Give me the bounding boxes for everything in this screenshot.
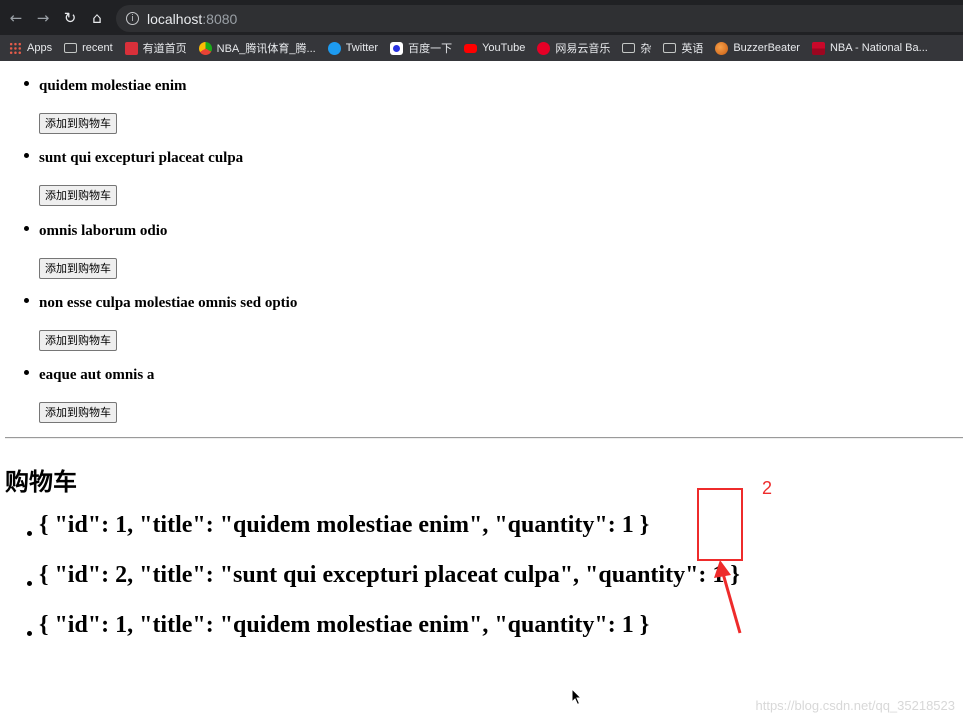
- buzzerbeater-icon: [715, 41, 729, 55]
- site-info-icon[interactable]: i: [126, 12, 139, 25]
- bookmark-youdao[interactable]: 有道首页: [124, 40, 187, 56]
- list-bullet: [24, 81, 29, 86]
- add-to-cart-button[interactable]: 添加到购物车: [39, 113, 117, 134]
- add-to-cart-button[interactable]: 添加到购物车: [39, 258, 117, 279]
- cart-item: { "id": 2, "title": "sunt qui excepturi …: [0, 562, 963, 598]
- list-bullet: [24, 153, 29, 158]
- product-item: non esse culpa molestiae omnis sed optio…: [0, 279, 963, 351]
- bookmark-label: 英语: [681, 43, 704, 55]
- netease-music-icon: [537, 41, 551, 55]
- url-host: localhost: [147, 10, 203, 27]
- cart-heading: 购物车: [5, 468, 77, 496]
- bookmark-label: NBA - National Ba...: [829, 42, 928, 54]
- bookmark-tencent-sports[interactable]: NBA_腾讯体育_腾...: [198, 40, 316, 56]
- bookmark-label: Apps: [27, 42, 53, 54]
- youtube-icon: [464, 43, 478, 53]
- list-bullet: [24, 370, 29, 375]
- cart-item: { "id": 1, "title": "quidem molestiae en…: [0, 612, 963, 648]
- bookmark-netease-music[interactable]: 网易云音乐: [537, 40, 610, 56]
- bookmark-label: BuzzerBeater: [733, 42, 800, 54]
- product-item: sunt qui excepturi placeat culpa 添加到购物车: [0, 134, 963, 206]
- browser-toolbar: ← → ↻ ⌂ i localhost:8080: [0, 0, 963, 35]
- product-title: non esse culpa molestiae omnis sed optio: [39, 295, 298, 311]
- twitter-icon: [327, 41, 341, 55]
- cart-item-json: { "id": 2, "title": "sunt qui excepturi …: [39, 562, 740, 588]
- bookmark-label: YouTube: [482, 42, 526, 54]
- bookmark-label: Twitter: [345, 42, 379, 54]
- cart-item: { "id": 1, "title": "quidem molestiae en…: [0, 512, 963, 548]
- bookmark-baidu[interactable]: 百度一下: [390, 40, 452, 56]
- folder-icon: [64, 43, 78, 53]
- home-icon[interactable]: ⌂: [86, 7, 108, 29]
- annotation-arrow-icon: [714, 560, 742, 634]
- bookmark-label: 百度一下: [408, 43, 453, 55]
- address-bar[interactable]: i localhost:8080: [116, 5, 963, 32]
- bookmark-youtube[interactable]: YouTube: [464, 42, 525, 54]
- bookmark-label: 杂: [640, 43, 652, 55]
- bookmark-folder-english[interactable]: 英语: [663, 40, 703, 56]
- add-to-cart-button[interactable]: 添加到购物车: [39, 330, 117, 351]
- product-title: omnis laborum odio: [39, 223, 168, 239]
- list-bullet: [27, 631, 32, 636]
- bookmark-buzzerbeater[interactable]: BuzzerBeater: [715, 41, 800, 55]
- product-item: quidem molestiae enim 添加到购物车: [0, 62, 963, 134]
- reload-icon[interactable]: ↻: [59, 7, 81, 29]
- bookmark-folder-misc[interactable]: 杂: [622, 40, 651, 56]
- bookmarks-bar: Apps recent 有道首页 NBA_腾讯体育_腾... Twitter 百…: [0, 35, 963, 61]
- folder-icon: [663, 43, 677, 53]
- apps-icon: [9, 41, 22, 55]
- bookmark-recent[interactable]: recent: [64, 42, 113, 54]
- nba-icon: [811, 41, 825, 55]
- horizontal-rule: [5, 437, 963, 439]
- cart-item-json: { "id": 1, "title": "quidem molestiae en…: [39, 612, 650, 638]
- bookmark-apps[interactable]: Apps: [9, 41, 53, 55]
- folder-icon: [622, 43, 636, 53]
- forward-icon[interactable]: →: [32, 7, 54, 29]
- bookmark-label: NBA_腾讯体育_腾...: [216, 43, 316, 55]
- annotation-highlight-box: [697, 488, 743, 561]
- mouse-cursor-icon: [571, 688, 583, 706]
- cart-item-json: { "id": 1, "title": "quidem molestiae en…: [39, 512, 650, 538]
- list-bullet: [27, 531, 32, 536]
- annotation-number: 2: [762, 478, 773, 498]
- baidu-icon: [390, 41, 404, 55]
- product-item: eaque aut omnis a 添加到购物车: [0, 351, 963, 423]
- product-title: eaque aut omnis a: [39, 367, 155, 383]
- watermark: https://blog.csdn.net/qq_35218523: [755, 698, 956, 713]
- bookmark-label: 网易云音乐: [555, 43, 611, 55]
- url-text: localhost:8080: [147, 11, 237, 27]
- add-to-cart-button[interactable]: 添加到购物车: [39, 185, 117, 206]
- product-title: quidem molestiae enim: [39, 78, 187, 94]
- add-to-cart-button[interactable]: 添加到购物车: [39, 402, 117, 423]
- youdao-icon: [124, 41, 138, 55]
- bookmark-label: 有道首页: [142, 43, 187, 55]
- product-item: omnis laborum odio 添加到购物车: [0, 207, 963, 279]
- bookmark-label: recent: [82, 42, 113, 54]
- list-bullet: [24, 226, 29, 231]
- bookmark-twitter[interactable]: Twitter: [327, 41, 379, 55]
- url-port: :8080: [202, 10, 238, 27]
- tencent-sports-icon: [198, 41, 212, 55]
- product-title: sunt qui excepturi placeat culpa: [39, 150, 244, 166]
- bookmark-nba[interactable]: NBA - National Ba...: [811, 41, 928, 55]
- back-icon[interactable]: ←: [5, 7, 27, 29]
- list-bullet: [27, 581, 32, 586]
- list-bullet: [24, 298, 29, 303]
